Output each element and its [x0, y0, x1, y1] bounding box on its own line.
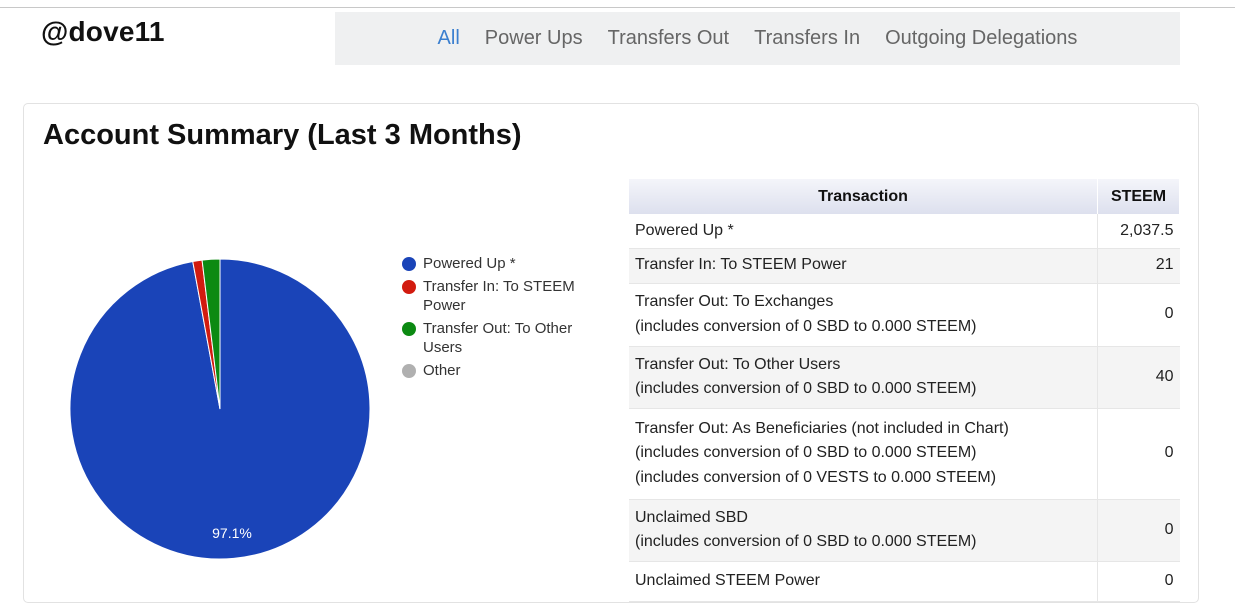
tab-transfers-out[interactable]: Transfers Out [608, 27, 730, 50]
tab-outgoing-delegations[interactable]: Outgoing Delegations [885, 27, 1077, 50]
legend-swatch [402, 364, 416, 378]
legend-label: Transfer Out: To Other Users [423, 320, 573, 356]
transaction-line: Transfer Out: To Exchanges [635, 293, 834, 310]
steem-value-cell: 0 [1097, 561, 1180, 602]
tab-transfers-in[interactable]: Transfers In [754, 27, 860, 50]
header-steem: STEEM [1097, 179, 1180, 214]
legend-label: Powered Up * [423, 255, 516, 272]
nav-tab-bar: All Power Ups Transfers Out Transfers In… [335, 12, 1180, 65]
steem-value-cell: 0 [1097, 283, 1180, 347]
transaction-cell: Transfer In: To STEEM Power [629, 248, 1098, 284]
table-row: Powered Up * 2,037.5 [629, 214, 1180, 249]
tab-all[interactable]: All [438, 27, 460, 50]
transaction-line: Transfer Out: To Other Users [635, 355, 841, 373]
legend-label: Other [423, 362, 461, 379]
steem-value-cell: 40 [1097, 346, 1180, 409]
legend-item: Transfer In: To STEEM Power [402, 277, 602, 315]
tab-power-ups[interactable]: Power Ups [485, 27, 583, 50]
table-row: Transfer Out: To Other Users (includes co… [629, 346, 1180, 409]
transaction-line: Unclaimed SBD [635, 508, 748, 526]
transaction-cell: Unclaimed SBD (includes conversion of 0 S… [629, 499, 1098, 562]
legend-item: Transfer Out: To Other Users [402, 319, 602, 357]
transaction-line: Transfer Out: As Beneficiaries (not incl… [635, 419, 1009, 437]
browser-top-border [0, 0, 1235, 8]
transaction-line: Transfer In: To STEEM Power [635, 256, 847, 274]
transaction-line: (includes conversion of 0 SBD to 0.000 S… [635, 317, 977, 335]
legend-swatch [402, 280, 416, 294]
table-row: Transfer Out: To Exchanges (includes conv… [629, 283, 1180, 347]
table-header-row: Transaction STEEM [629, 179, 1180, 214]
table-row: Unclaimed STEEM Power 0 [629, 561, 1180, 602]
header-transaction: Transaction [629, 179, 1098, 214]
transaction-line: Powered Up * [635, 221, 734, 239]
transaction-cell: Transfer Out: As Beneficiaries (not incl… [629, 408, 1098, 500]
legend-swatch [402, 257, 416, 271]
transaction-cell: Transfer Out: To Exchanges (includes conv… [629, 283, 1098, 347]
table-row: Transfer In: To STEEM Power 21 [629, 248, 1180, 284]
transaction-line: (includes conversion of 0 SBD to 0.000 S… [635, 380, 977, 397]
table-row: Unclaimed SBD (includes conversion of 0 S… [629, 499, 1180, 562]
steem-value-cell: 21 [1097, 248, 1180, 284]
transaction-line: (includes conversion of 0 VESTS to 0.000… [635, 468, 997, 486]
account-username: @dove11 [41, 16, 165, 47]
pie-slice-label: 97.1% [212, 525, 252, 541]
transaction-cell: Unclaimed STEEM Power [629, 561, 1098, 602]
transaction-line: (includes conversion of 0 SBD to 0.000 S… [635, 444, 977, 462]
transaction-cell: Transfer Out: To Other Users (includes co… [629, 346, 1098, 409]
transaction-line: Unclaimed STEEM Power [635, 571, 820, 589]
transactions-table: Transaction STEEM Powered Up * 2,037.5 Tra… [629, 179, 1180, 602]
steem-value-cell: 0 [1097, 408, 1180, 500]
transaction-line: (includes conversion of 0 SBD to 0.000 S… [635, 533, 977, 550]
legend-label: Transfer In: To STEEM Power [423, 278, 575, 314]
chart-legend: Powered Up * Transfer In: To STEEM Power T… [402, 254, 602, 384]
account-summary-card: Account Summary (Last 3 Months) 97.1% Po… [23, 103, 1199, 603]
legend-swatch [402, 322, 416, 336]
legend-item: Other [402, 361, 602, 380]
steem-value-cell: 0 [1097, 499, 1180, 562]
table-row: Transfer Out: As Beneficiaries (not incl… [629, 408, 1180, 500]
legend-item: Powered Up * [402, 254, 602, 273]
transaction-cell: Powered Up * [629, 214, 1098, 249]
steem-value-cell: 2,037.5 [1097, 214, 1180, 249]
